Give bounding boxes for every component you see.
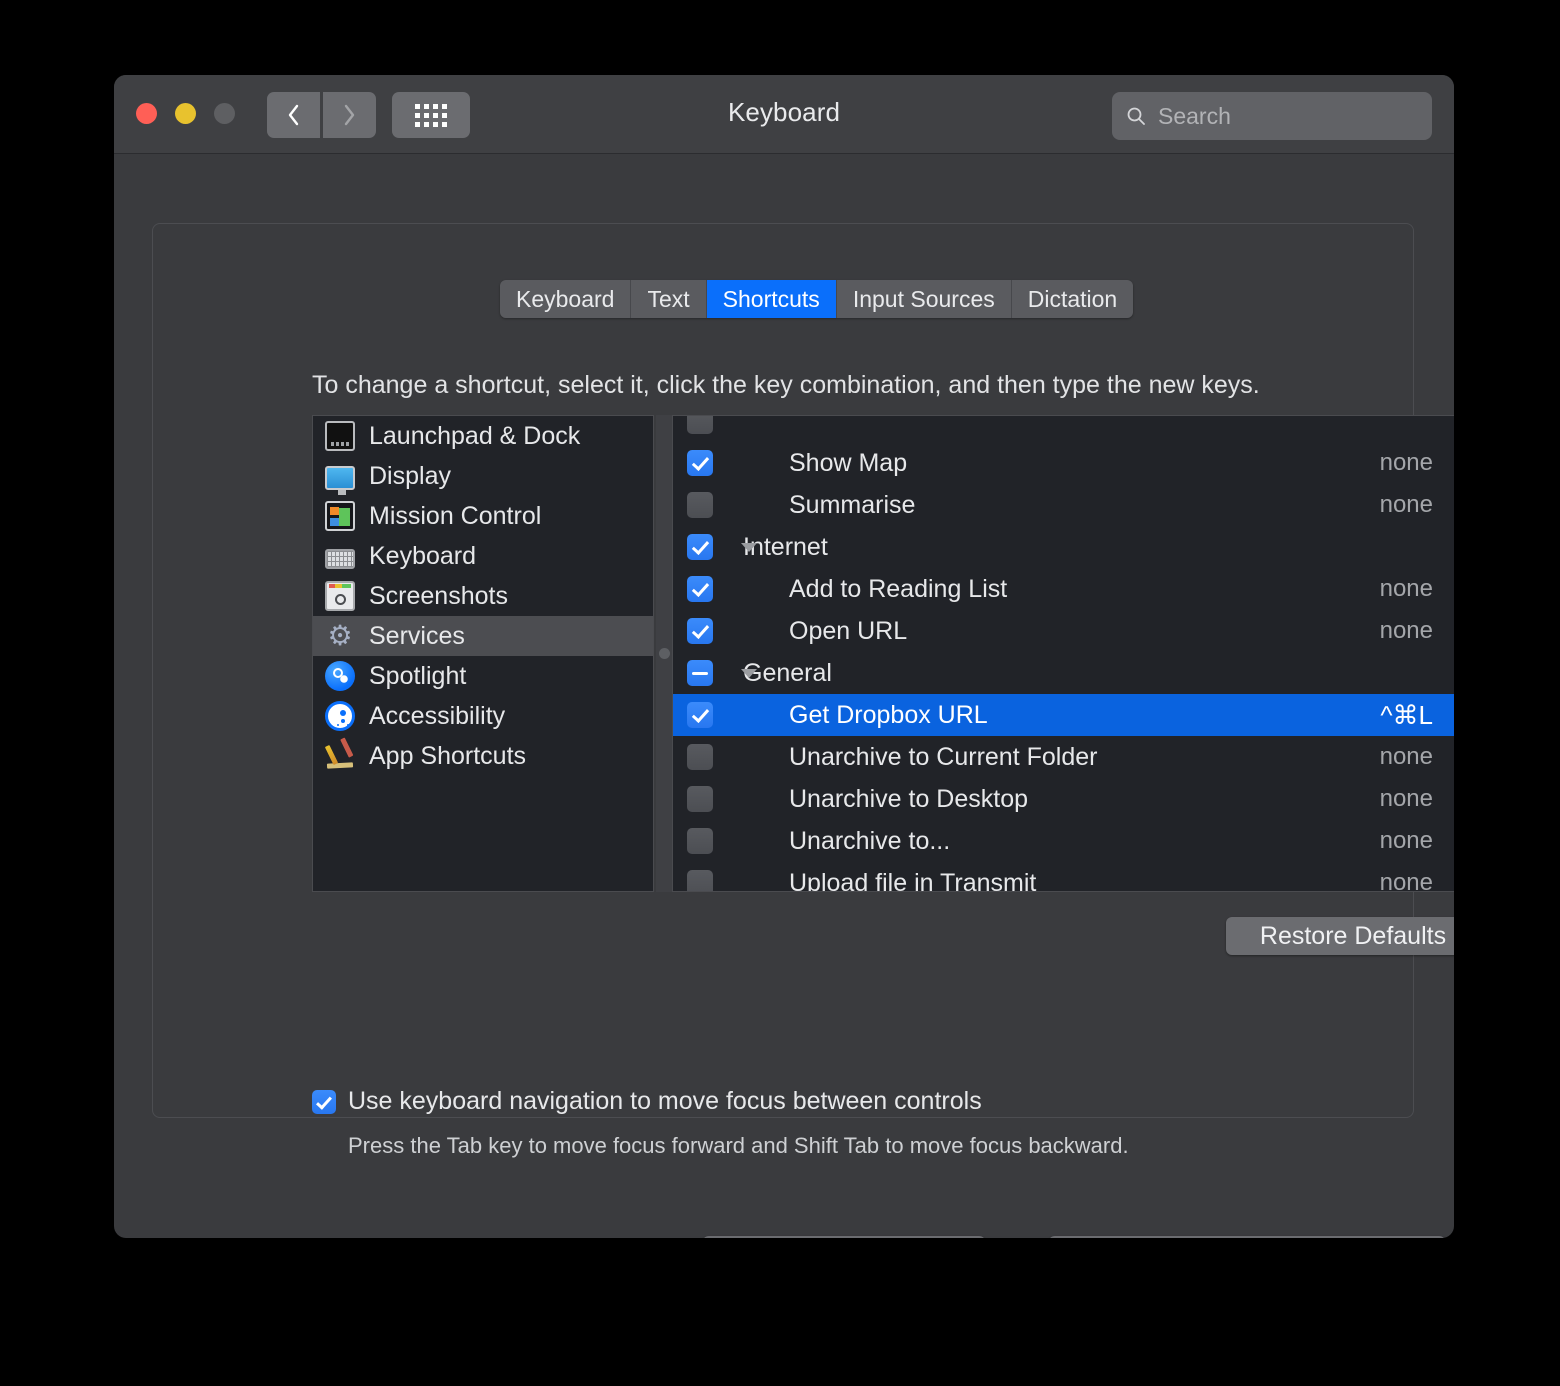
sidebar-item-label: Spotlight: [369, 662, 466, 691]
table-row-group-general[interactable]: General: [673, 652, 1454, 694]
row-checkbox[interactable]: [687, 660, 713, 686]
tab-shortcuts[interactable]: Shortcuts: [707, 280, 837, 318]
row-shortcut[interactable]: none: [1380, 491, 1433, 519]
sidebar-item-label: Screenshots: [369, 582, 508, 611]
table-row[interactable]: Unarchive to Current Folder none: [673, 736, 1454, 778]
sidebar-item-accessibility[interactable]: Accessibility: [313, 696, 653, 736]
checkbox-checked-icon[interactable]: [312, 1090, 336, 1114]
table-row-group-internet[interactable]: Internet: [673, 526, 1454, 568]
app-shortcuts-icon: [325, 741, 355, 771]
system-preferences-window: Keyboard Search Keyboard Text Shortcuts …: [114, 75, 1454, 1238]
display-icon: [325, 466, 355, 490]
keyboard-navigation-label: Use keyboard navigation to move focus be…: [348, 1087, 982, 1116]
tab-keyboard[interactable]: Keyboard: [500, 280, 631, 318]
splitter-knob-icon: [659, 648, 670, 659]
sidebar-item-label: Keyboard: [369, 542, 476, 571]
services-gear-icon: ⚙: [325, 621, 355, 651]
row-shortcut[interactable]: none: [1380, 869, 1433, 892]
launchpad-dock-icon: [325, 421, 355, 451]
keyboard-icon: [325, 549, 355, 569]
row-checkbox[interactable]: [687, 450, 713, 476]
sidebar-item-label: Display: [369, 462, 451, 491]
keyboard-navigation-checkbox[interactable]: Use keyboard navigation to move focus be…: [312, 1087, 982, 1116]
spotlight-icon: [325, 661, 355, 691]
table-row[interactable]: Summarise none: [673, 484, 1454, 526]
tab-text[interactable]: Text: [631, 280, 706, 318]
tab-input-sources[interactable]: Input Sources: [837, 280, 1012, 318]
search-input[interactable]: Search: [1112, 92, 1432, 140]
keyboard-navigation-sublabel: Press the Tab key to move focus forward …: [348, 1133, 1129, 1159]
sidebar-item-label: Accessibility: [369, 702, 505, 731]
screenshots-icon: [325, 581, 355, 611]
tab-dictation[interactable]: Dictation: [1012, 280, 1133, 318]
sidebar-item-label: Launchpad & Dock: [369, 422, 580, 451]
list-splitter[interactable]: [656, 415, 672, 892]
sidebar-item-display[interactable]: Display: [313, 456, 653, 496]
accessibility-icon: [325, 701, 355, 731]
row-checkbox[interactable]: [687, 618, 713, 644]
row-label: Summarise: [789, 491, 915, 520]
row-shortcut[interactable]: none: [1380, 827, 1433, 855]
row-label: Unarchive to Current Folder: [789, 743, 1097, 772]
row-checkbox[interactable]: [687, 744, 713, 770]
row-checkbox[interactable]: [687, 828, 713, 854]
set-up-bluetooth-keyboard-button[interactable]: Set Up Bluetooth Keyboard…: [1048, 1236, 1446, 1238]
shortcut-list-scroll-content: Show Map none Summarise none Internet Ad…: [673, 415, 1454, 892]
row-shortcut[interactable]: none: [1380, 575, 1433, 603]
row-checkbox[interactable]: [687, 415, 713, 434]
row-checkbox[interactable]: [687, 576, 713, 602]
sidebar-item-spotlight[interactable]: Spotlight: [313, 656, 653, 696]
row-label: Add to Reading List: [789, 575, 1007, 604]
row-checkbox[interactable]: [687, 492, 713, 518]
row-checkbox[interactable]: [687, 870, 713, 892]
row-shortcut[interactable]: none: [1380, 785, 1433, 813]
table-row-clipped[interactable]: [673, 415, 1454, 442]
table-row[interactable]: Open URL none: [673, 610, 1454, 652]
row-label: Show Map: [789, 449, 907, 478]
sidebar-item-keyboard[interactable]: Keyboard: [313, 536, 653, 576]
shortcut-list[interactable]: Show Map none Summarise none Internet Ad…: [672, 415, 1454, 892]
tab-bar: Keyboard Text Shortcuts Input Sources Di…: [500, 280, 1133, 318]
search-icon: [1126, 106, 1146, 126]
row-shortcut[interactable]: none: [1380, 449, 1433, 477]
chevron-down-icon[interactable]: [741, 543, 757, 552]
table-row[interactable]: Upload file in Transmit none: [673, 862, 1454, 892]
table-row[interactable]: Show Map none: [673, 442, 1454, 484]
screen: Keyboard Search Keyboard Text Shortcuts …: [0, 0, 1560, 1386]
table-row[interactable]: Add to Reading List none: [673, 568, 1454, 610]
row-checkbox[interactable]: [687, 702, 713, 728]
table-row[interactable]: Unarchive to... none: [673, 820, 1454, 862]
window-titlebar: Keyboard Search: [114, 75, 1454, 154]
sidebar-item-label: Mission Control: [369, 502, 541, 531]
search-placeholder: Search: [1158, 103, 1231, 130]
row-shortcut[interactable]: none: [1380, 743, 1433, 771]
row-checkbox[interactable]: [687, 786, 713, 812]
shortcut-category-list[interactable]: Launchpad & Dock Display Mission Control…: [312, 415, 654, 892]
row-shortcut[interactable]: none: [1380, 617, 1433, 645]
sidebar-item-mission-control[interactable]: Mission Control: [313, 496, 653, 536]
row-label: Upload file in Transmit: [789, 869, 1036, 893]
row-label: Open URL: [789, 617, 907, 646]
sidebar-item-label: Services: [369, 622, 465, 651]
row-label: Get Dropbox URL: [789, 701, 988, 730]
row-label: Unarchive to...: [789, 827, 950, 856]
table-row-selected[interactable]: Get Dropbox URL ^⌘L: [673, 694, 1454, 736]
chevron-down-icon[interactable]: [741, 669, 757, 678]
sidebar-item-screenshots[interactable]: Screenshots: [313, 576, 653, 616]
row-label: Unarchive to Desktop: [789, 785, 1028, 814]
table-row[interactable]: Unarchive to Desktop none: [673, 778, 1454, 820]
sidebar-item-app-shortcuts[interactable]: App Shortcuts: [313, 736, 653, 776]
sidebar-item-label: App Shortcuts: [369, 742, 526, 771]
row-checkbox[interactable]: [687, 534, 713, 560]
row-shortcut[interactable]: ^⌘L: [1380, 700, 1433, 731]
restore-defaults-button[interactable]: Restore Defaults: [1226, 917, 1454, 955]
mission-control-icon: [325, 501, 355, 531]
instruction-text: To change a shortcut, select it, click t…: [312, 371, 1260, 400]
sidebar-item-launchpad-dock[interactable]: Launchpad & Dock: [313, 416, 653, 456]
sidebar-item-services[interactable]: ⚙ Services: [313, 616, 653, 656]
change-batteries-button[interactable]: Change Batteries…: [702, 1236, 986, 1238]
